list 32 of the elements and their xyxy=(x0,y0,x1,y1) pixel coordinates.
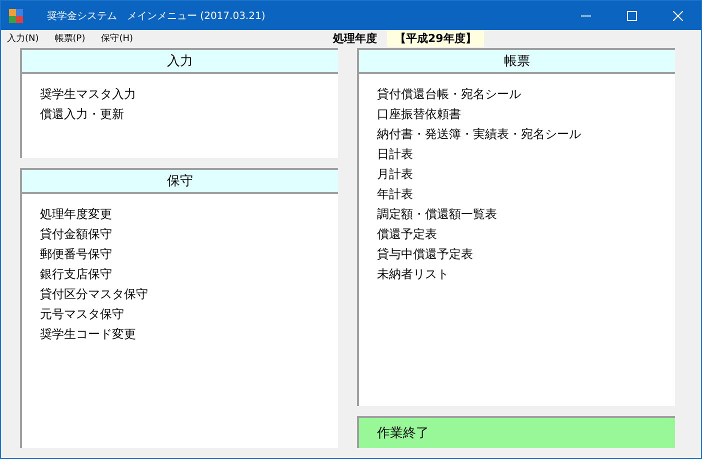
menu-link[interactable]: 年計表 xyxy=(377,186,675,202)
menu-link[interactable]: 銀行支店保守 xyxy=(40,266,338,282)
close-icon[interactable] xyxy=(673,10,683,20)
menu-link[interactable]: 償還入力・更新 xyxy=(40,106,338,122)
menu-link[interactable]: 貸付区分マスタ保守 xyxy=(40,286,338,302)
window-title: 奨学金システム メインメニュー (2017.03.21) xyxy=(47,10,266,22)
menu-item[interactable]: 保守(H) xyxy=(95,32,140,44)
menu-link[interactable]: 郵便番号保守 xyxy=(40,246,338,262)
menu-item[interactable]: 入力(N) xyxy=(1,32,45,44)
menu-link[interactable]: 調定額・償還額一覧表 xyxy=(377,206,675,222)
menu-link[interactable]: 貸付償還台帳・宛名シール xyxy=(377,86,675,102)
panel-header: 保守 xyxy=(20,168,338,194)
menu-link[interactable]: 日計表 xyxy=(377,146,675,162)
menu-link[interactable]: 貸付金額保守 xyxy=(40,226,338,242)
maximize-icon[interactable] xyxy=(627,10,637,20)
fiscal-year-value: 【平成29年度】 xyxy=(387,30,484,46)
menu-link[interactable]: 償還予定表 xyxy=(377,226,675,242)
menu-link[interactable]: 納付書・発送簿・実績表・宛名シール xyxy=(377,126,675,142)
fiscal-year-label: 処理年度 xyxy=(333,30,378,46)
panel-header: 帳票 xyxy=(357,48,675,74)
menu-link[interactable]: 未納者リスト xyxy=(377,266,675,282)
exit-button[interactable]: 作業終了 xyxy=(357,416,675,448)
menu-link[interactable]: 処理年度変更 xyxy=(40,206,338,222)
menu-link[interactable]: 元号マスタ保守 xyxy=(40,306,338,322)
menu-link[interactable]: 口座振替依頼書 xyxy=(377,106,675,122)
menu-link[interactable]: 月計表 xyxy=(377,166,675,182)
app-icon xyxy=(9,8,23,22)
menu-link[interactable]: 奨学生コード変更 xyxy=(40,326,338,342)
panel-header: 入力 xyxy=(20,48,338,74)
menu-item[interactable]: 帳票(P) xyxy=(48,32,92,44)
menu-link[interactable]: 貸与中償還予定表 xyxy=(377,246,675,262)
menu-link[interactable]: 奨学生マスタ入力 xyxy=(40,86,338,102)
